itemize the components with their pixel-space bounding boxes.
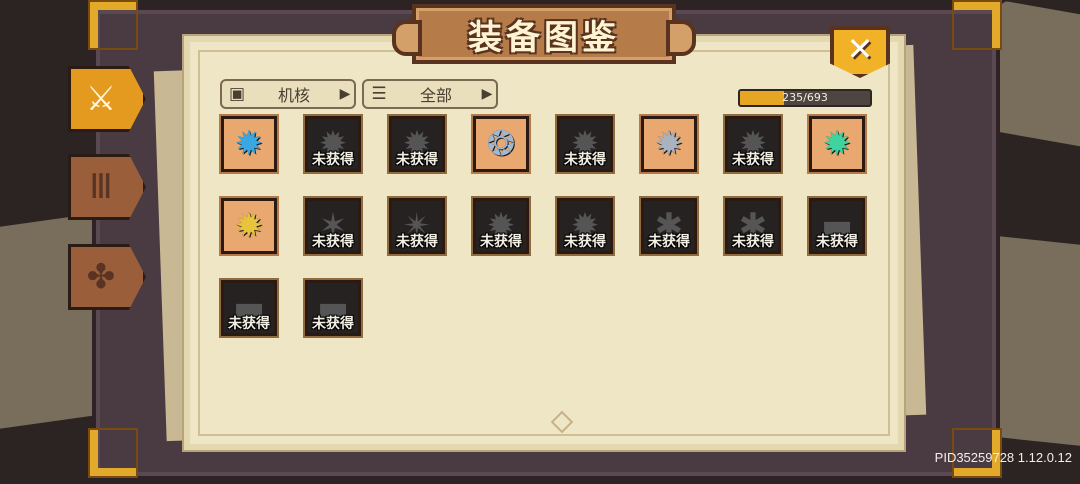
item-slot[interactable]: ✱ 未获得 — [725, 198, 781, 254]
page-title: 装备图鉴 — [468, 17, 620, 58]
filter-category-label: 机核 — [277, 86, 310, 105]
item-slot[interactable]: ✴ 未获得 — [389, 198, 445, 254]
not-obtained-label: 未获得 — [312, 152, 354, 168]
core-icon: ▣ — [228, 84, 246, 104]
item-slot[interactable]: ✶ 未获得 — [305, 198, 361, 254]
progress-text: 235/693 — [782, 91, 828, 104]
not-obtained-label: 未获得 — [312, 316, 354, 332]
title-plate: 装备图鉴 — [392, 4, 696, 64]
item-grid: ✹ ✹ 未获得 ✹ 未获得 ❂ ✹ 未获得 ✹ ✹ 未获得 ✹ ✹ ✶ 未获得 ✴ 未获得 ✹ 未获得 ✹ 未获得 ✱ 未获… — [221, 116, 865, 336]
list-icon: ☰ — [371, 84, 387, 104]
not-obtained-label: 未获得 — [732, 234, 774, 250]
item-slot[interactable]: ✹ 未获得 — [725, 116, 781, 172]
not-obtained-label: 未获得 — [396, 152, 438, 168]
frame-corner — [90, 2, 136, 48]
item-slot[interactable]: ✹ — [641, 116, 697, 172]
paper-ornament — [550, 410, 574, 434]
not-obtained-label: 未获得 — [480, 234, 522, 250]
item-slot[interactable]: ✹ 未获得 — [473, 198, 529, 254]
silver-gear-icon: ✹ — [654, 124, 684, 164]
chain-gear-icon: ❂ — [486, 124, 516, 164]
frame-corner — [90, 430, 136, 476]
item-slot[interactable]: ✹ — [221, 198, 277, 254]
not-obtained-label: 未获得 — [564, 152, 606, 168]
arrow-right-icon: ▶ — [481, 86, 493, 102]
filter-category[interactable]: ▣ 机核 ▶ — [220, 79, 356, 109]
filter-scope[interactable]: ☰ 全部 ▶ — [362, 79, 498, 109]
frame-corner — [954, 2, 1000, 48]
item-slot[interactable]: ✹ — [809, 116, 865, 172]
collection-progress-bar: 235/693 — [738, 89, 872, 107]
item-slot[interactable]: ✹ — [221, 116, 277, 172]
filter-scope-label: 全部 — [419, 86, 452, 105]
not-obtained-label: 未获得 — [312, 234, 354, 250]
bars-icon: Ⅲ — [89, 167, 113, 207]
blue-gear-icon: ✹ — [234, 124, 264, 164]
item-slot[interactable]: ❂ — [473, 116, 529, 172]
not-obtained-label: 未获得 — [564, 234, 606, 250]
close-icon: ✕ — [846, 30, 874, 68]
item-slot[interactable]: ✱ 未获得 — [641, 198, 697, 254]
sword-icon: ⚔ — [85, 79, 117, 119]
item-slot[interactable]: ▬ 未获得 — [809, 198, 865, 254]
not-obtained-label: 未获得 — [816, 234, 858, 250]
version-label: PID35259728 1.12.0.12 — [934, 450, 1072, 465]
item-slot[interactable]: ✹ 未获得 — [305, 116, 361, 172]
gold-gear-icon: ✹ — [234, 206, 264, 246]
not-obtained-label: 未获得 — [396, 234, 438, 250]
item-slot[interactable]: ▬ 未获得 — [305, 280, 361, 336]
not-obtained-label: 未获得 — [648, 234, 690, 250]
not-obtained-label: 未获得 — [228, 316, 270, 332]
item-slot[interactable]: ▬ 未获得 — [221, 280, 277, 336]
item-slot[interactable]: ✹ 未获得 — [557, 116, 613, 172]
item-slot[interactable]: ✹ 未获得 — [557, 198, 613, 254]
item-slot[interactable]: ✹ 未获得 — [389, 116, 445, 172]
green-gear-icon: ✹ — [822, 124, 852, 164]
clover-icon: ✤ — [86, 257, 116, 297]
not-obtained-label: 未获得 — [732, 152, 774, 168]
arrow-right-icon: ▶ — [339, 86, 351, 102]
